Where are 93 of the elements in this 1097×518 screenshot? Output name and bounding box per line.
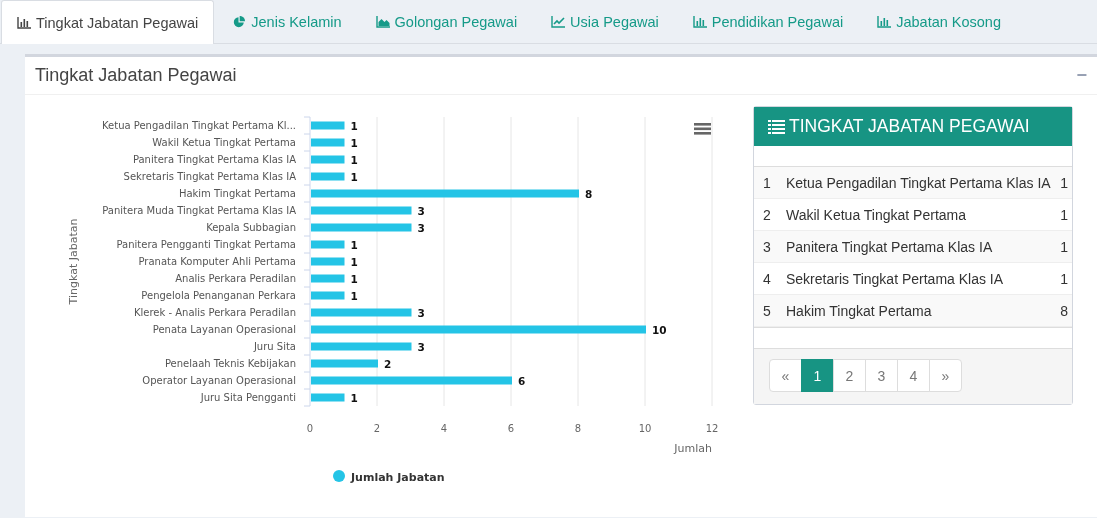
row-number: 5 [762,302,772,319]
bar [311,172,345,181]
tab[interactable]: Golongan Pegawai [359,0,534,43]
category-label: Panitera Pengganti Tingkat Pertama [116,239,296,250]
tab[interactable]: Tingkat Jabatan Pegawai [1,0,215,44]
value-label: 1 [350,255,358,268]
position-name: Hakim Tingkat Pertama [786,302,933,319]
bar [311,291,345,300]
tick-label: 10 [638,423,652,434]
value-label: 8 [585,187,593,200]
bar [311,257,345,266]
tab[interactable]: Usia Pegawai [535,0,675,43]
list-icon [768,118,785,135]
page-button[interactable]: « [769,359,802,392]
category-label: Ketua Pengadilan Tingkat Pertama Kl... [102,120,296,131]
value-label: 1 [350,238,358,251]
tick-label: 2 [373,423,381,434]
bar-chart-icon [17,16,31,29]
pie-chart-icon [232,16,247,28]
position-name: Wakil Ketua Tingkat Pertama [786,206,967,223]
row-number: 3 [762,238,772,255]
line-chart-icon [551,16,566,28]
position-name: Ketua Pengadilan Tingkat Pertama Klas IA [786,174,1052,191]
row-number: 4 [762,270,772,287]
tick-label: 4 [440,423,448,434]
page-button[interactable]: » [929,359,962,392]
panel-title: Tingkat Jabatan Pegawai [35,65,237,86]
category-label: Analis Perkara Peradilan [175,273,296,284]
value-label: 1 [350,119,358,132]
value-label: 3 [417,306,425,319]
bar [311,359,378,368]
bar [311,138,345,147]
position-count: 8 [1060,302,1069,319]
bar [311,155,345,164]
value-label: 1 [350,289,358,302]
category-label: Juru Sita Pengganti [200,392,296,403]
category-label: Panitera Tingkat Pertama Klas IA [132,154,296,165]
category-label: Pranata Komputer Ahli Pertama [138,256,296,267]
tick-label: 8 [574,423,582,434]
tick-label: 12 [705,423,719,434]
category-label: Pengelola Penanganan Perkara [141,290,296,301]
position-count: 1 [1060,270,1069,287]
category-label: Juru Sita [253,341,296,352]
page-button[interactable]: 3 [865,359,898,392]
position-name: Panitera Tingkat Pertama Klas IA [786,238,994,255]
area-chart-icon [375,16,390,28]
collapse-button[interactable]: − [1076,65,1087,86]
category-label: Hakim Tingkat Pertama [178,188,296,199]
position-count: 1 [1060,174,1069,191]
page-button[interactable]: 2 [833,359,866,392]
bar-chart-icon [877,16,892,28]
category-label: Sekretaris Tingkat Pertama Klas IA [123,171,296,182]
value-label: 1 [350,153,358,166]
tick-label: 0 [306,423,314,434]
bar [311,393,345,402]
position-count: 1 [1060,206,1069,223]
category-label: Panitera Muda Tingkat Pertama Klas IA [102,205,296,216]
legend-dot [333,470,345,482]
value-label: 1 [350,136,358,149]
row-number: 1 [762,174,772,191]
category-label: Penelaah Teknis Kebijakan [164,358,296,369]
value-label: 1 [350,272,358,285]
category-label: Kepala Subbagian [206,222,296,233]
tab[interactable]: Pendidikan Pegawai [676,0,860,43]
value-label: 3 [417,204,425,217]
value-label: 3 [417,221,425,234]
category-label: Wakil Ketua Tingkat Pertama [152,137,296,148]
bar [311,240,345,249]
page-button[interactable]: 4 [897,359,930,392]
value-label: 2 [384,357,392,370]
bar [311,274,345,283]
position-count: 1 [1060,238,1069,255]
tab[interactable]: Jenis Kelamin [216,0,358,43]
axis-title: Tingkat Jabatan [67,218,80,305]
bar [311,121,345,130]
category-label: Operator Layanan Operasional [142,375,296,386]
page-button[interactable]: 1 [801,359,834,392]
category-label: Klerek - Analis Perkara Peradilan [133,307,296,318]
value-label: 3 [417,340,425,353]
position-name: Sekretaris Tingkat Pertama Klas IA [786,270,1005,287]
tab[interactable]: Jabatan Kosong [861,0,1017,43]
value-label: 10 [652,323,667,336]
bar-chart-icon [692,16,707,28]
table-title: TINGKAT JABATAN PEGAWAI [789,116,1030,137]
legend-label[interactable]: Jumlah Jabatan [351,470,445,484]
tick-label: 6 [507,423,515,434]
category-label: Penata Layanan Operasional [152,324,296,335]
axis-title: Jumlah [674,442,712,455]
value-label: 1 [350,391,358,404]
value-label: 6 [518,374,526,387]
row-number: 2 [762,206,772,223]
menu-icon[interactable] [694,123,711,135]
value-label: 1 [350,170,358,183]
